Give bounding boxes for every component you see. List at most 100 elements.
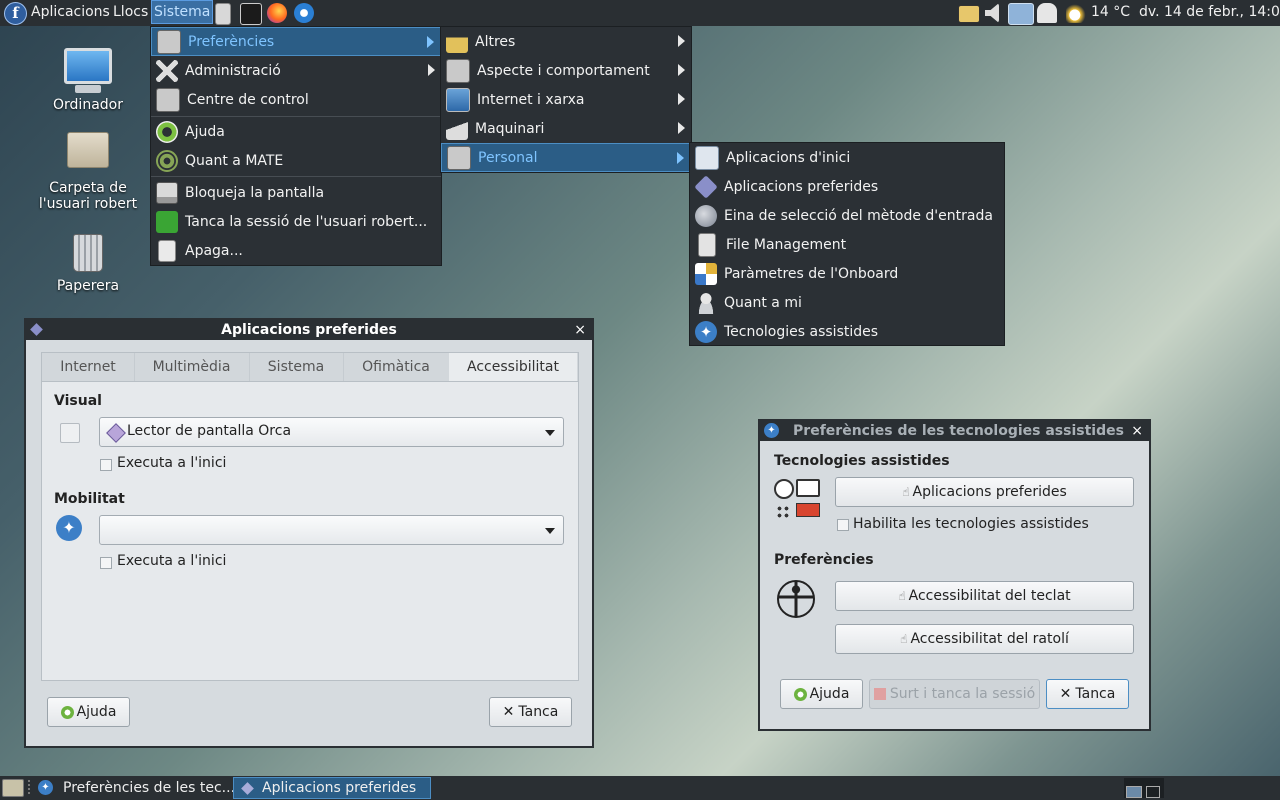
weather-icon[interactable]: [1066, 3, 1088, 23]
close-button[interactable]: ✕ Tanca: [489, 697, 572, 727]
network-icon[interactable]: [1008, 3, 1034, 25]
workspace-1[interactable]: [1126, 786, 1142, 798]
fedora-logo-icon[interactable]: f: [4, 2, 27, 25]
visual-run-at-start-label[interactable]: Executa a l'inici: [117, 455, 226, 471]
workspace-2[interactable]: [1146, 786, 1160, 798]
help-button[interactable]: Ajuda: [780, 679, 863, 709]
close-icon[interactable]: ×: [1131, 421, 1143, 441]
tab-system[interactable]: Sistema: [249, 353, 344, 381]
menu-item-shutdown[interactable]: Apaga...: [151, 236, 441, 265]
internet-icon: [446, 87, 470, 112]
mouse-accessibility-button[interactable]: ☝ Accessibilitat del ratolí: [835, 624, 1134, 654]
logout-button: Surt i tanca la sessió: [869, 679, 1040, 709]
magnifier-icon: [60, 423, 80, 443]
menu-item-administration[interactable]: Administració: [151, 56, 441, 85]
menu-item-file-management[interactable]: File Management: [690, 230, 1004, 259]
clock[interactable]: dv. 14 de febr., 14:06: [1139, 4, 1280, 20]
firefox-icon[interactable]: [267, 3, 287, 23]
menu-item-logout[interactable]: Tanca la sessió de l'usuari robert...: [151, 207, 441, 236]
assistive-section-heading: Tecnologies assistides: [774, 453, 950, 469]
lock-screen-icon: [156, 181, 178, 204]
mobility-run-at-start-checkbox[interactable]: [100, 557, 112, 569]
help-icon: [60, 705, 74, 719]
menu-item-preferred-apps[interactable]: Aplicacions preferides: [690, 172, 1004, 201]
help-button[interactable]: Ajuda: [47, 697, 130, 727]
menu-item-personal[interactable]: Personal: [441, 143, 691, 172]
menu-item-startup-apps[interactable]: Aplicacions d'inici: [690, 143, 1004, 172]
taskbar-item-preferred-apps[interactable]: Aplicacions preferides: [233, 777, 431, 799]
places-menu[interactable]: Llocs: [113, 4, 148, 20]
desktop-icon-trash[interactable]: Paperera: [40, 234, 136, 294]
keyboard-accessibility-button[interactable]: ☝ Accessibilitat del teclat: [835, 581, 1134, 611]
menu-item-internet[interactable]: Internet i xarxa: [441, 85, 691, 114]
system-menu-dropdown: Preferències Administració Centre de con…: [150, 26, 442, 266]
trash-icon: [73, 234, 103, 272]
top-panel: f Aplicacions Llocs Sistema 14 °C dv. 14…: [0, 0, 1280, 26]
tab-accessibility[interactable]: Accessibilitat: [449, 353, 577, 383]
window-titlebar[interactable]: Aplicacions preferides ×: [26, 320, 592, 340]
menu-item-about-me[interactable]: Quant a mi: [690, 288, 1004, 317]
menu-item-label: Administració: [185, 62, 281, 79]
screenshot-icon[interactable]: [958, 5, 980, 23]
tab-multimedia[interactable]: Multimèdia: [134, 353, 250, 381]
show-desktop-icon[interactable]: [2, 779, 24, 797]
menu-item-accessibility[interactable]: ✦ Tecnologies assistides: [690, 317, 1004, 346]
tab-internet[interactable]: Internet: [42, 353, 135, 381]
menu-item-appearance[interactable]: Aspecte i comportament: [441, 56, 691, 85]
visual-run-at-start-checkbox[interactable]: [100, 459, 112, 471]
home-folder-icon: [67, 132, 109, 168]
applications-menu[interactable]: Aplicacions: [31, 4, 110, 20]
menu-item-lock-screen[interactable]: Bloqueja la pantalla: [151, 178, 441, 207]
menu-item-help[interactable]: Ajuda: [151, 117, 441, 146]
hand-pointer-icon: ☝: [900, 632, 908, 646]
volume-icon[interactable]: [985, 3, 999, 23]
menu-item-input-method[interactable]: Eina de selecció del mètode d'entrada: [690, 201, 1004, 230]
terminal-icon[interactable]: [240, 3, 262, 25]
menu-item-label: Aplicacions d'inici: [726, 149, 851, 166]
menu-item-control-center[interactable]: Centre de control: [151, 85, 441, 114]
menu-item-onboard[interactable]: Paràmetres de l'Onboard: [690, 259, 1004, 288]
enable-assistive-checkbox[interactable]: [837, 519, 849, 531]
submenu-arrow-icon: [677, 152, 684, 164]
desktop-icon-home-folder[interactable]: Carpeta de l'usuari robert: [24, 132, 152, 212]
system-menu[interactable]: Sistema: [151, 0, 214, 24]
help-button-label: Ajuda: [809, 686, 850, 702]
submenu-arrow-icon: [678, 35, 685, 47]
menu-item-hardware[interactable]: Maquinari: [441, 114, 691, 143]
file-manager-icon[interactable]: [215, 3, 231, 25]
workspace-switcher[interactable]: [1124, 778, 1164, 798]
preferred-apps-button[interactable]: ☝ Aplicacions preferides: [835, 477, 1134, 507]
submenu-arrow-icon: [678, 64, 685, 76]
mobility-app-combo[interactable]: [99, 515, 564, 545]
input-method-icon: [695, 204, 717, 227]
menu-item-preferences[interactable]: Preferències: [151, 27, 441, 56]
accessibility-icon: ✦: [695, 320, 717, 343]
visual-app-value: Lector de pantalla Orca: [127, 423, 292, 439]
menu-item-label: Altres: [475, 33, 516, 50]
tools-icon: [156, 59, 178, 82]
desktop-icon-computer[interactable]: Ordinador: [40, 48, 136, 113]
menu-item-label: Apaga...: [185, 242, 243, 259]
menu-item-about-mate[interactable]: Quant a MATE: [151, 146, 441, 175]
temperature-label[interactable]: 14 °C: [1091, 4, 1130, 20]
tab-office[interactable]: Ofimàtica: [343, 353, 450, 381]
help-icon: [156, 120, 178, 143]
updates-icon[interactable]: [1037, 3, 1057, 23]
window-titlebar[interactable]: ✦ Preferències de les tecnologies assist…: [760, 421, 1149, 441]
chevron-down-icon: [545, 430, 555, 436]
close-button[interactable]: ✕ Tanca: [1046, 679, 1129, 709]
menu-item-label: Quant a MATE: [185, 152, 284, 169]
close-button-label: Tanca: [518, 704, 559, 720]
enable-assistive-label[interactable]: Habilita les tecnologies assistides: [853, 516, 1089, 532]
mail-client-icon[interactable]: [294, 3, 314, 23]
menu-item-other[interactable]: Altres: [441, 27, 691, 56]
chevron-down-icon: [545, 528, 555, 534]
preferred-apps-window: Aplicacions preferides × Internet Multim…: [24, 318, 594, 748]
preferred-apps-icon: [241, 782, 254, 795]
mobility-run-at-start-label[interactable]: Executa a l'inici: [117, 553, 226, 569]
visual-app-combo[interactable]: Lector de pantalla Orca: [99, 417, 564, 447]
preferences-icon: [157, 29, 181, 54]
taskbar-item-assistive[interactable]: ✦ Preferències de les tec...: [36, 777, 235, 799]
close-icon[interactable]: ×: [574, 320, 586, 340]
menu-item-label: Preferències: [188, 33, 275, 50]
